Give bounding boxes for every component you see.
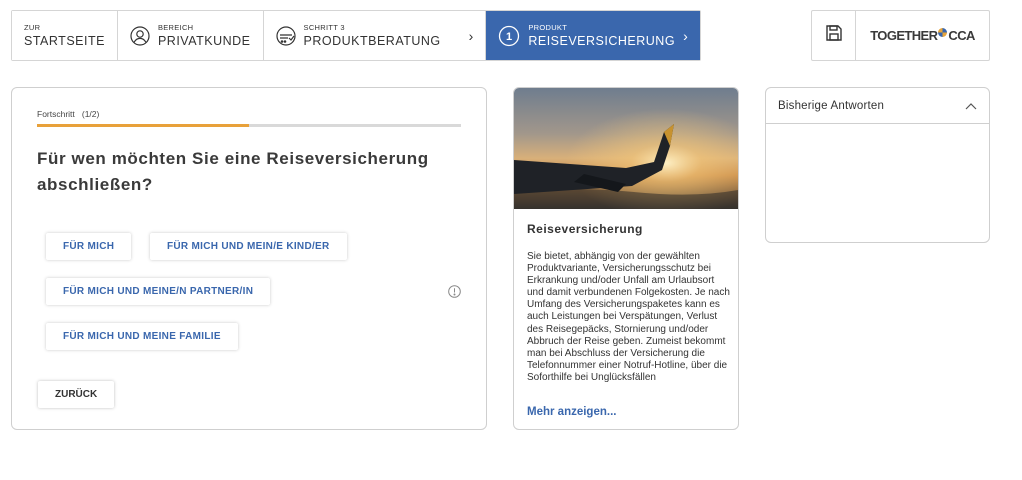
progress-label-text: Fortschritt	[37, 109, 75, 119]
step-number: 1	[506, 31, 512, 43]
option-me-and-children[interactable]: FÜR MICH UND MEIN/E KIND/ER	[150, 233, 347, 260]
consultation-icon	[275, 25, 296, 46]
breadcrumb-area-label: PRIVATKUNDE	[157, 34, 251, 48]
breadcrumb-home[interactable]: ZUR STARTSEITE	[12, 11, 118, 60]
question-text: Für wen möchten Sie eine Reiseversicheru…	[37, 149, 429, 194]
floppy-disk-icon	[825, 24, 843, 47]
info-card-title: Reiseversicherung	[527, 222, 643, 236]
person-icon	[130, 25, 150, 46]
logo-text-left: TOGETHER	[870, 28, 938, 43]
info-icon[interactable]	[448, 285, 461, 303]
step-number-icon: 1	[498, 25, 520, 47]
info-card: Reiseversicherung Sie bietet, abhängig v…	[513, 87, 739, 430]
save-button[interactable]	[812, 11, 856, 60]
breadcrumb-area-caption: BEREICH	[157, 22, 194, 32]
chevron-up-icon	[965, 97, 977, 115]
breadcrumb-step-label: PRODUKTBERATUNG	[303, 34, 441, 48]
breadcrumb-product[interactable]: 1 PRODUKT REISEVERSICHERUNG ›	[486, 11, 700, 60]
company-logo: TOGETHER CCA	[856, 11, 989, 60]
toolbar: TOGETHER CCA	[811, 10, 990, 61]
progress-bar	[37, 124, 461, 127]
chevron-right-icon: ›	[683, 27, 688, 44]
airplane-wing-image	[514, 88, 738, 209]
breadcrumb-step[interactable]: SCHRITT 3 PRODUKTBERATUNG ›	[263, 11, 487, 60]
back-button[interactable]: ZURÜCK	[38, 381, 115, 408]
question-card: Fortschritt (1/2) Für wen möchten Sie ei…	[11, 87, 487, 430]
previous-answers-header[interactable]: Bisherige Antworten	[766, 88, 989, 124]
breadcrumb-home-label: STARTSEITE	[24, 34, 105, 48]
breadcrumb: ZUR STARTSEITE BEREICH PRIVATKUNDE SCHRI…	[11, 10, 701, 61]
previous-answers-panel: Bisherige Antworten	[765, 87, 990, 243]
breadcrumb-home-caption: ZUR	[24, 22, 41, 32]
chevron-right-icon: ›	[468, 27, 474, 44]
breadcrumb-product-label: REISEVERSICHERUNG	[528, 34, 676, 48]
show-more-link[interactable]: Mehr anzeigen...	[527, 406, 616, 418]
progress-label: Fortschritt (1/2)	[37, 109, 99, 119]
option-me-and-family[interactable]: FÜR MICH UND MEINE FAMILIE	[46, 323, 238, 350]
breadcrumb-product-caption: PRODUKT	[528, 22, 568, 32]
progress-count: (1/2)	[81, 109, 100, 119]
previous-answers-title: Bisherige Antworten	[778, 99, 885, 112]
option-me-and-partner[interactable]: FÜR MICH UND MEINE/N PARTNER/IN	[46, 278, 271, 305]
breadcrumb-area[interactable]: BEREICH PRIVATKUNDE	[117, 11, 264, 60]
option-me[interactable]: FÜR MICH	[46, 233, 132, 260]
breadcrumb-step-caption: SCHRITT 3	[303, 22, 345, 32]
progress-fill	[37, 124, 249, 127]
info-card-text: Sie bietet, abhängig von der gewählten P…	[527, 251, 730, 383]
logo-text-right: CCA	[948, 28, 975, 43]
logo-mark-icon	[938, 28, 948, 37]
